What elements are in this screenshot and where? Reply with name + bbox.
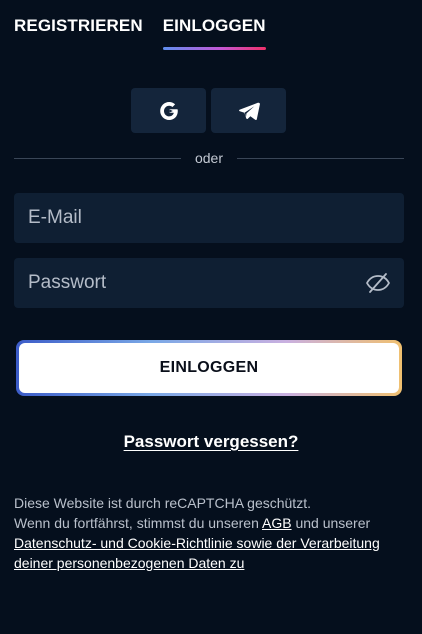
recaptcha-notice: Diese Website ist durch reCAPTCHA geschü… <box>14 495 311 511</box>
or-divider: oder <box>14 150 404 166</box>
google-login-button[interactable] <box>131 88 206 133</box>
eye-off-icon <box>366 273 390 293</box>
auth-tabs: REGISTRIEREN EINLOGGEN <box>14 16 266 50</box>
divider-text: oder <box>194 150 224 166</box>
google-icon <box>159 101 178 120</box>
agb-link[interactable]: AGB <box>262 515 292 531</box>
password-field <box>14 258 404 308</box>
divider-line-left <box>14 157 181 159</box>
telegram-icon <box>238 102 260 120</box>
email-field <box>14 193 404 243</box>
password-input[interactable] <box>14 258 358 308</box>
login-button-frame: EINLOGGEN <box>16 340 402 396</box>
tab-register[interactable]: REGISTRIEREN <box>14 16 143 50</box>
privacy-policy-link[interactable]: Datenschutz- und Cookie-Richtlinie sowie… <box>14 535 380 571</box>
forgot-password-link[interactable]: Passwort vergessen? <box>0 432 422 452</box>
password-visibility-toggle[interactable] <box>358 272 398 294</box>
tab-login[interactable]: EINLOGGEN <box>162 16 266 50</box>
divider-line-right <box>237 157 404 159</box>
login-button[interactable]: EINLOGGEN <box>19 343 399 393</box>
legal-notice: Diese Website ist durch reCAPTCHA geschü… <box>14 493 404 573</box>
telegram-login-button[interactable] <box>211 88 286 133</box>
consent-text-suffix: und unserer <box>295 515 371 531</box>
consent-text-prefix: Wenn du fortfährst, stimmst du unseren <box>14 515 259 531</box>
social-login <box>131 88 286 133</box>
email-input[interactable] <box>14 193 404 243</box>
